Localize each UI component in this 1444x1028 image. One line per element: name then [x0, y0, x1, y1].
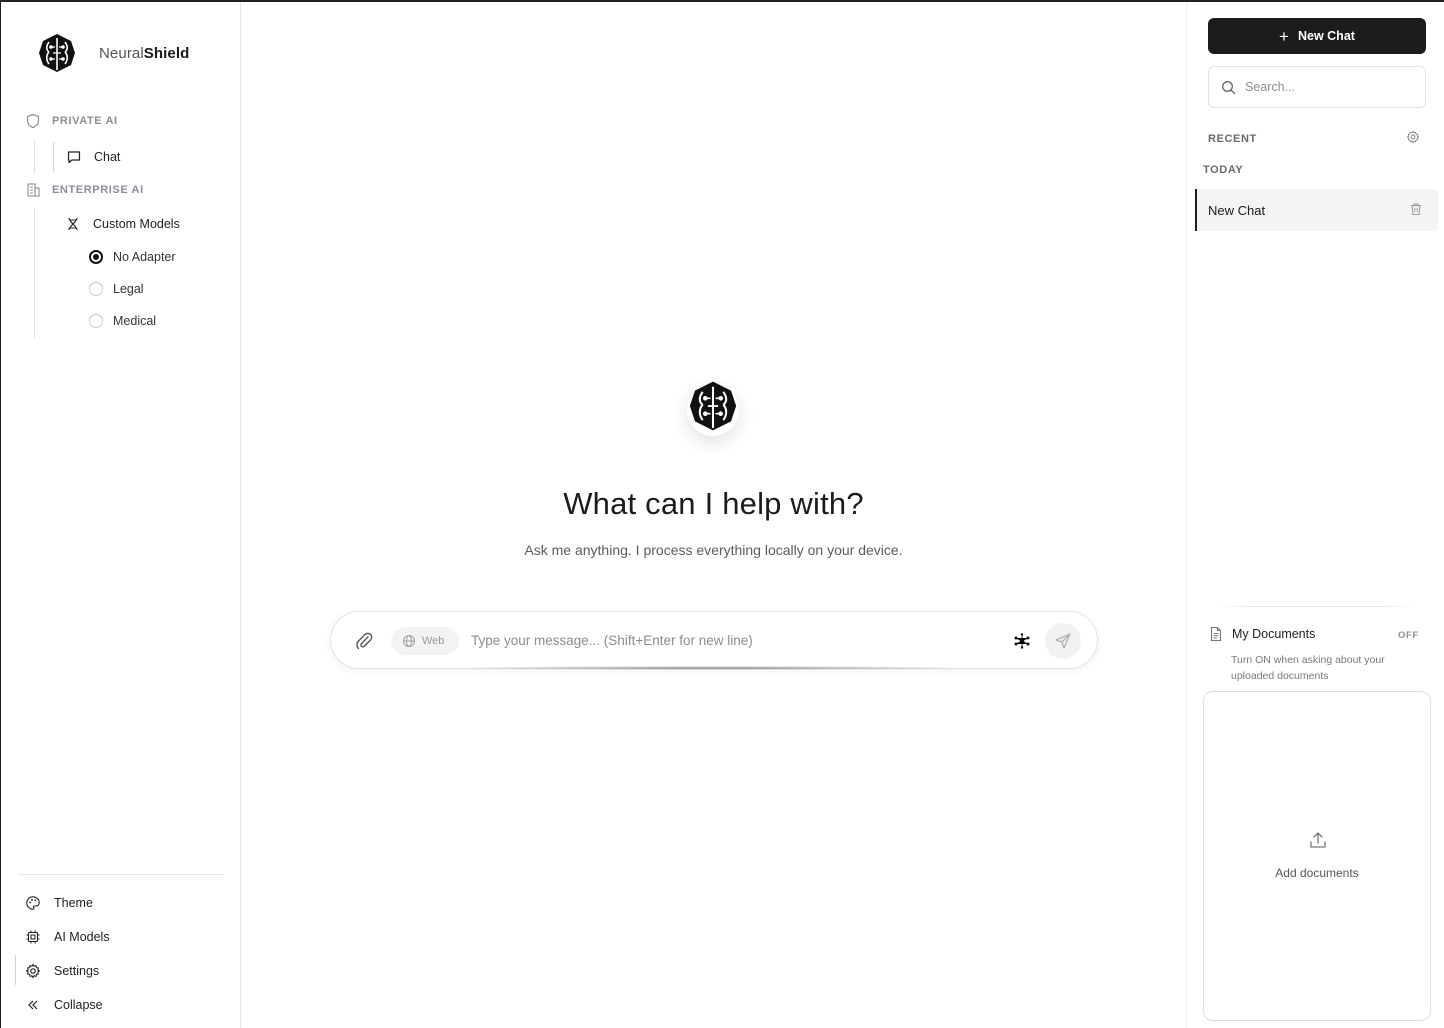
ai-models-button[interactable]: AI Models: [25, 929, 110, 945]
radio-selected[interactable]: [89, 250, 103, 264]
brand-name: NeuralShield: [99, 44, 190, 62]
sidebar-item-chat[interactable]: Chat: [53, 142, 223, 172]
tree-line: [34, 140, 35, 174]
recent-heading: RECENT: [1208, 133, 1257, 145]
sidebar-item-label: Chat: [94, 150, 121, 164]
sidebar-item-custom-models[interactable]: Custom Models: [65, 216, 180, 232]
footer-label: AI Models: [54, 930, 110, 944]
today-heading: TODAY: [1203, 164, 1244, 176]
settings-button[interactable]: Settings: [25, 963, 99, 979]
tree-line: [34, 208, 35, 338]
theme-button[interactable]: Theme: [25, 895, 93, 911]
divider: [1211, 606, 1421, 607]
chat-main: What can I help with? Ask me anything. I…: [241, 2, 1186, 1028]
footer-label: Theme: [54, 896, 93, 910]
new-chat-label: New Chat: [1297, 29, 1355, 43]
conversation-title: New Chat: [1208, 202, 1266, 218]
add-documents-label: Add documents: [1275, 866, 1359, 880]
file-text-icon: [1210, 626, 1222, 642]
collapse-button[interactable]: Collapse: [25, 997, 103, 1013]
adapter-option-legal[interactable]: Legal: [89, 282, 144, 296]
cpu-icon: [26, 930, 40, 944]
gear-icon: [25, 963, 41, 979]
send-icon: [1055, 633, 1071, 649]
message-input[interactable]: [471, 628, 991, 652]
section-private-ai: PRIVATE AI: [25, 113, 118, 129]
add-documents-dropzone[interactable]: Add documents: [1203, 691, 1431, 1021]
radio-unselected[interactable]: [89, 314, 103, 328]
right-panel: + New Chat RECENT TODAY New Chat My Docu…: [1186, 2, 1444, 1028]
adapter-option-no-adapter[interactable]: No Adapter: [89, 250, 176, 264]
adapter-label: Legal: [113, 282, 144, 296]
left-sidebar: NeuralShield PRIVATE AI Chat ENTERPRISE …: [0, 2, 241, 1028]
sidebar-item-label: Custom Models: [93, 217, 180, 231]
hero-logo: [683, 374, 743, 438]
search-icon: [1222, 80, 1236, 94]
upload-icon: [1310, 832, 1326, 848]
page-subtitle: Ask me anything. I process everything lo…: [524, 542, 903, 558]
documents-description: Turn ON when asking about your uploaded …: [1231, 654, 1385, 682]
palette-icon: [26, 896, 40, 910]
adapter-label: Medical: [113, 314, 157, 328]
dna-icon: [68, 217, 78, 231]
divider: [18, 874, 224, 875]
shield-icon: [26, 113, 40, 129]
building-icon: [27, 183, 40, 197]
footer-label: Collapse: [54, 998, 103, 1012]
documents-heading: My Documents: [1208, 626, 1315, 642]
search-box: [1208, 66, 1426, 108]
brain-logo-icon: [39, 34, 75, 72]
adapter-label: No Adapter: [113, 250, 176, 264]
brain-logo-icon: [689, 381, 737, 431]
model-network-icon[interactable]: [1011, 630, 1033, 652]
section-enterprise-ai: ENTERPRISE AI: [25, 182, 144, 198]
paperclip-icon[interactable]: [353, 630, 375, 652]
footer-label: Settings: [54, 964, 100, 978]
radio-unselected[interactable]: [89, 282, 103, 296]
adapter-option-medical[interactable]: Medical: [89, 314, 156, 328]
page-title: What can I help with?: [563, 486, 864, 521]
web-label: Web: [422, 635, 445, 647]
conversation-item[interactable]: New Chat: [1195, 189, 1438, 231]
plus-icon: +: [1279, 26, 1289, 46]
composer-shadow: [461, 666, 961, 670]
search-input[interactable]: [1245, 80, 1415, 94]
documents-toggle[interactable]: OFF: [1398, 630, 1419, 641]
new-chat-button[interactable]: + New Chat: [1208, 18, 1426, 54]
send-button[interactable]: [1045, 623, 1081, 659]
message-square-icon: [67, 151, 81, 164]
gear-icon[interactable]: [1406, 130, 1420, 144]
brand[interactable]: NeuralShield: [37, 32, 189, 74]
globe-icon: [403, 635, 415, 647]
message-composer: Web: [330, 611, 1098, 669]
active-indicator: [15, 955, 16, 985]
web-search-toggle[interactable]: Web: [391, 627, 459, 655]
double-chevron-left-icon: [28, 1000, 38, 1010]
documents-title: My Documents: [1232, 627, 1316, 641]
trash-icon[interactable]: [1409, 202, 1423, 216]
